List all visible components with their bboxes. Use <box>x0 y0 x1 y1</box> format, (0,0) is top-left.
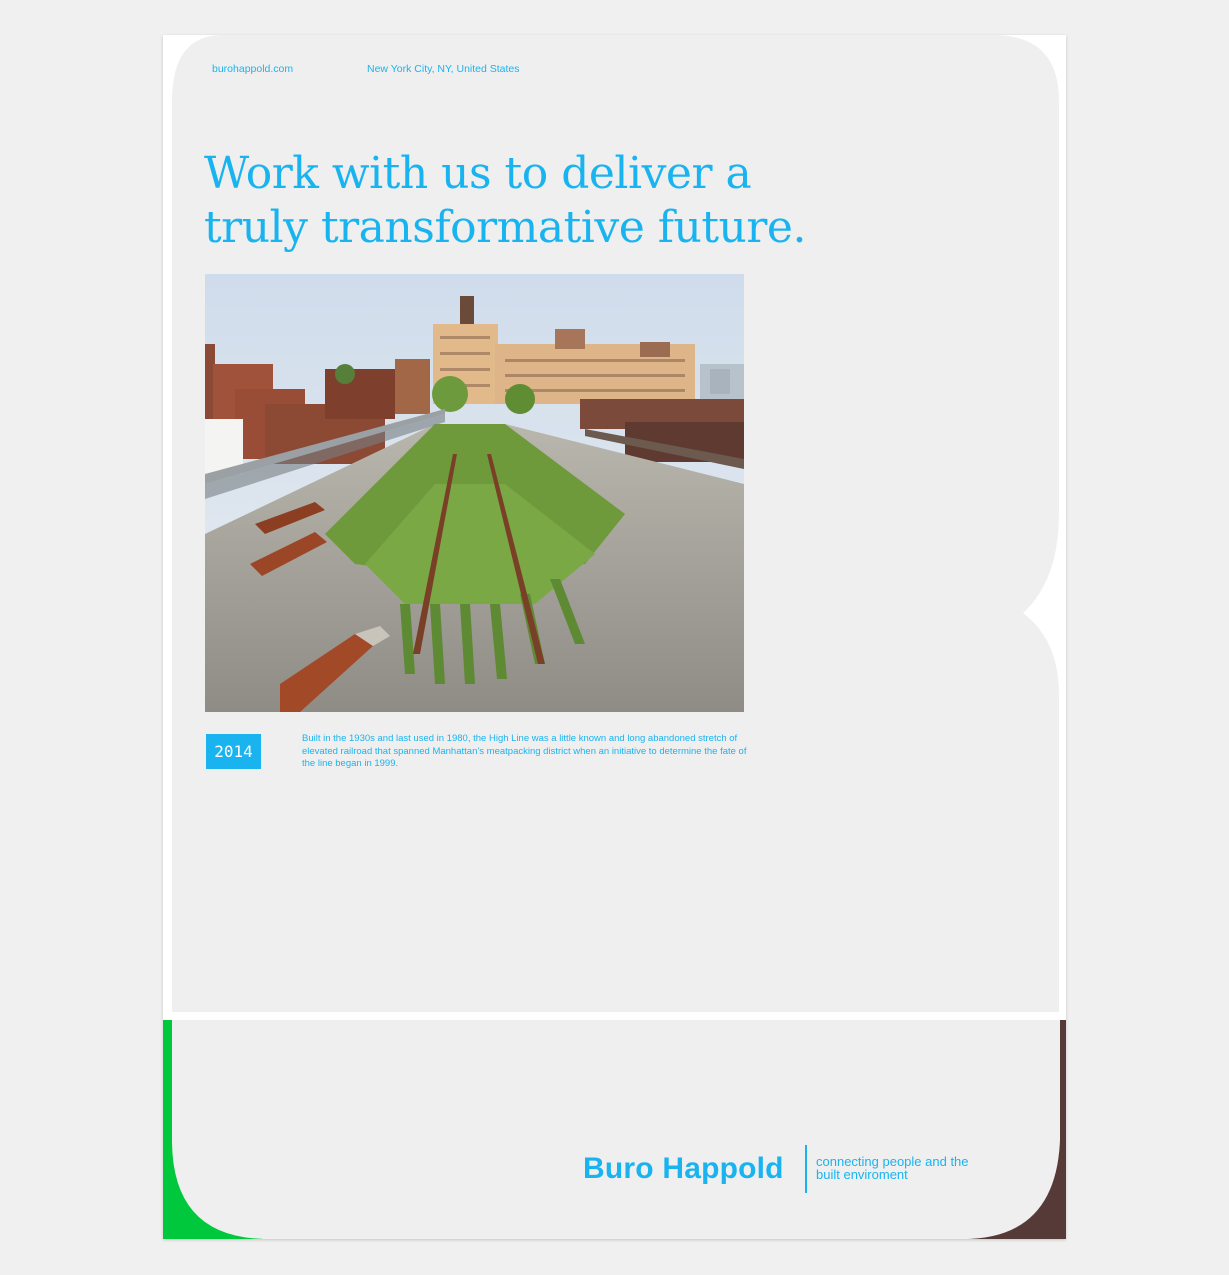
year-badge: 2014 <box>206 734 261 769</box>
lower-panel-shape <box>163 1020 1066 1239</box>
project-caption: Built in the 1930s and last used in 1980… <box>302 733 747 769</box>
website-label[interactable]: burohappold.com <box>212 63 293 75</box>
brand-logo-wordmark: Buro Happold <box>583 1152 784 1185</box>
brand-divider <box>805 1145 807 1193</box>
brand-tagline: connecting people and the built envirome… <box>816 1154 969 1182</box>
headline: Work with us to deliver a truly transfor… <box>204 148 806 253</box>
location-label: New York City, NY, United States <box>367 63 520 75</box>
poster: burohappold.com New York City, NY, Unite… <box>163 35 1066 1239</box>
high-line-photo <box>205 274 744 712</box>
